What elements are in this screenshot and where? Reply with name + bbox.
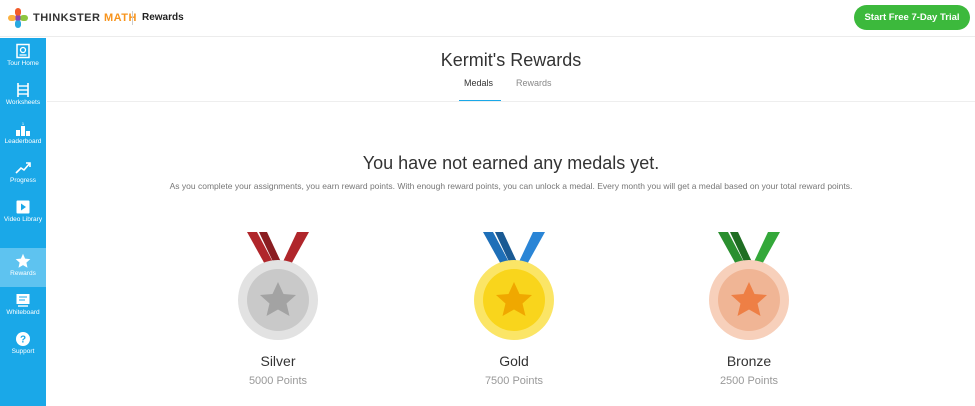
tabs-divider	[47, 101, 975, 102]
video-icon	[16, 200, 30, 214]
sidebar-item-progress[interactable]: Progress	[0, 155, 46, 194]
tab-medals[interactable]: Medals	[464, 78, 493, 88]
medal-name: Bronze	[726, 353, 772, 369]
help-icon: ?	[16, 332, 30, 346]
sidebar-item-label: Support	[11, 348, 35, 355]
sidebar-item-video-library[interactable]: Video Library	[0, 194, 46, 233]
header-divider	[132, 11, 133, 25]
page-title: Kermit's Rewards	[440, 50, 582, 70]
sidebar-item-label: Progress	[9, 177, 36, 184]
sidebar-item-label: Rewards	[10, 270, 36, 277]
star-icon	[15, 253, 31, 268]
tab-bar: Medals Rewards	[447, 76, 587, 102]
medal-points: 7500 Points	[484, 375, 544, 387]
sidebar-item-worksheets[interactable]: Worksheets	[0, 77, 46, 116]
silver-medal-icon	[238, 232, 318, 340]
sidebar-item-label: Worksheets	[5, 99, 41, 106]
sidebar-item-label: Leaderboard	[4, 138, 42, 145]
medal-name: Silver	[260, 353, 296, 369]
home-icon	[16, 43, 30, 59]
sidebar-item-label: Video Library	[3, 216, 43, 223]
page-label: Rewards	[142, 12, 184, 23]
sidebar-item-leaderboard[interactable]: 1 Leaderboard	[0, 116, 46, 155]
empty-state-headline: You have not earned any medals yet.	[362, 153, 660, 173]
empty-state-description: As you complete your assignments, you ea…	[169, 181, 853, 191]
svg-text:?: ?	[20, 335, 26, 346]
medal-gold: Gold 7500 Points	[454, 232, 574, 392]
tab-rewards[interactable]: Rewards	[516, 78, 552, 88]
sidebar-item-label: Whiteboard	[6, 309, 40, 316]
medal-bronze: Bronze 2500 Points	[689, 232, 809, 392]
medal-silver: Silver 5000 Points	[218, 232, 338, 392]
top-bar: THINKSTER MATH Rewards Start Free 7-Day …	[0, 0, 975, 37]
start-trial-button[interactable]: Start Free 7-Day Trial	[854, 5, 970, 30]
progress-icon	[15, 162, 31, 174]
brand-thinkster: THINKSTER	[33, 12, 101, 24]
worksheets-icon	[17, 83, 29, 97]
brand-name[interactable]: THINKSTER MATH	[33, 12, 137, 24]
medal-points: 5000 Points	[248, 375, 308, 387]
bronze-medal-icon	[709, 232, 789, 340]
medal-name: Gold	[499, 353, 529, 369]
sidebar-item-tour-home[interactable]: Tour Home	[0, 38, 46, 77]
gold-medal-icon	[474, 232, 554, 340]
medal-points: 2500 Points	[719, 375, 779, 387]
svg-text:1: 1	[22, 121, 25, 126]
sidebar-item-label: Tour Home	[7, 60, 39, 67]
thinkster-logo-icon[interactable]	[7, 7, 29, 29]
sidebar-item-whiteboard[interactable]: Whiteboard	[0, 287, 46, 326]
whiteboard-icon	[16, 294, 30, 307]
sidebar: Tour Home Worksheets 1 Leaderboard Progr…	[0, 38, 46, 406]
sidebar-item-rewards[interactable]: Rewards	[0, 248, 46, 287]
main-content: Kermit's Rewards Medals Rewards You have…	[47, 38, 975, 406]
sidebar-item-support[interactable]: ? Support	[0, 326, 46, 365]
leaderboard-icon: 1	[16, 121, 30, 136]
